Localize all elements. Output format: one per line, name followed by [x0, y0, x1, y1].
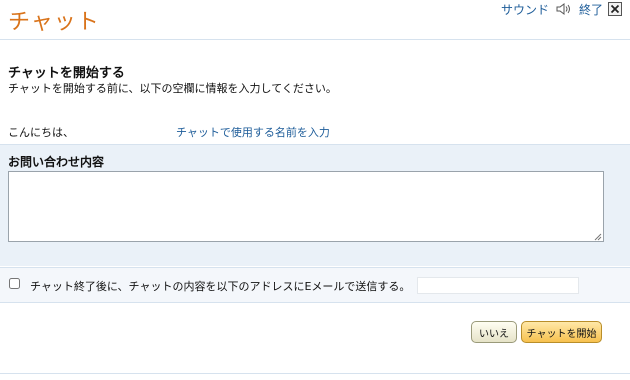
email-transcript-label: チャット終了後に、チャットの内容を以下のアドレスにEメールで送信する。: [30, 280, 411, 293]
enter-name-link[interactable]: チャットで使用する名前を入力: [176, 124, 330, 140]
section-description: チャットを開始する前に、以下の空欄に情報を入力してください。: [8, 82, 337, 95]
inquiry-textarea[interactable]: [8, 171, 604, 242]
greeting-text: こんにちは、: [8, 126, 74, 139]
end-chat-link[interactable]: 終了: [579, 1, 603, 18]
chat-header: チャット サウンド 終了: [0, 0, 630, 40]
start-chat-button[interactable]: チャットを開始: [521, 321, 602, 343]
email-address-input[interactable]: [417, 277, 579, 294]
inquiry-label: お問い合わせ内容: [8, 155, 105, 169]
section-heading: チャットを開始する: [8, 66, 125, 81]
sound-link[interactable]: サウンド: [501, 1, 549, 18]
inquiry-panel: お問い合わせ内容: [0, 144, 630, 266]
window-title: チャット: [8, 10, 100, 35]
header-controls: サウンド 終了: [501, 0, 622, 18]
speaker-icon[interactable]: [555, 2, 573, 16]
footer-divider: [0, 373, 630, 374]
email-transcript-panel: チャット終了後に、チャットの内容を以下のアドレスにEメールで送信する。: [0, 267, 630, 303]
email-transcript-checkbox[interactable]: [9, 278, 20, 289]
close-icon[interactable]: [608, 2, 622, 16]
no-button[interactable]: いいえ: [471, 321, 517, 343]
resize-grip-icon[interactable]: [592, 231, 602, 241]
